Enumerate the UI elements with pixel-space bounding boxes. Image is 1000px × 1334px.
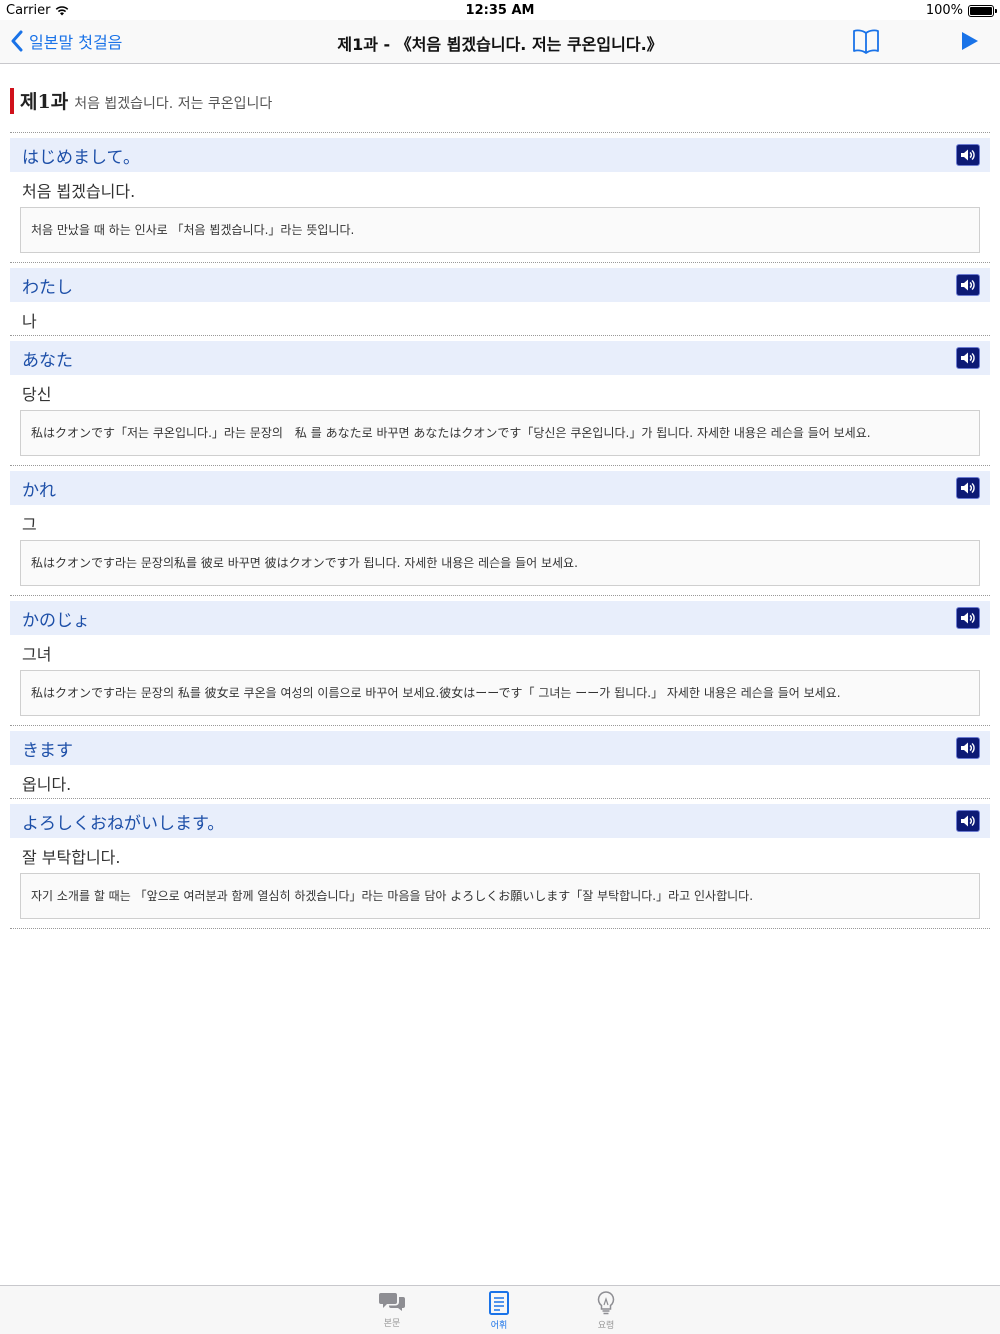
vocab-note: 私はクオンです라는 문장의 私를 彼女로 쿠온을 여성의 이름으로 바꾸어 보세… bbox=[20, 670, 980, 716]
battery-percent: 100% bbox=[925, 3, 963, 18]
korean-meaning: 그 bbox=[22, 515, 37, 534]
speaker-icon bbox=[961, 815, 975, 827]
tab-label: 어휘 bbox=[490, 1321, 508, 1331]
page-title: 제1과 - 《처음 뵙겠습니다. 저는 쿠온입니다.》 bbox=[337, 35, 663, 54]
vocab-entry: わたし 나 bbox=[10, 268, 990, 336]
vocab-entry: きます 옵니다. bbox=[10, 731, 990, 799]
back-button-label: 일본말 첫걸음 bbox=[29, 33, 123, 52]
japanese-word: よろしくおねがいします。 bbox=[22, 813, 225, 834]
lesson-header: 제1과 처음 뵙겠습니다. 저는 쿠온입니다 bbox=[10, 87, 272, 114]
speaker-icon bbox=[961, 352, 975, 364]
navigation-bar: 일본말 첫걸음 제1과 - 《처음 뵙겠습니다. 저는 쿠온입니다.》 bbox=[0, 20, 1000, 64]
vocab-entry-header: よろしくおねがいします。 bbox=[10, 804, 990, 838]
book-icon[interactable] bbox=[852, 28, 880, 54]
speaker-button[interactable] bbox=[956, 737, 980, 759]
lesson-number: 제1과 bbox=[20, 91, 69, 113]
japanese-word: わたし bbox=[22, 277, 73, 298]
speaker-icon bbox=[961, 612, 975, 624]
divider bbox=[10, 132, 990, 133]
document-icon bbox=[489, 1291, 509, 1315]
korean-meaning: 잘 부탁합니다. bbox=[22, 848, 121, 867]
vocab-note: 私はクオンです라는 문장의私를 彼로 바꾸면 彼はクオンです가 됩니다. 자세한… bbox=[20, 540, 980, 586]
speaker-button[interactable] bbox=[956, 477, 980, 499]
vocab-entry-header: わたし bbox=[10, 268, 990, 302]
vocab-entry: かれ 그 私はクオンです라는 문장의私를 彼로 바꾸면 彼はクオンです가 됩니다… bbox=[10, 471, 990, 596]
tab-label: 본문 bbox=[383, 1319, 401, 1329]
clock: 12:35 AM bbox=[465, 3, 535, 18]
tab-bar: 본문 어휘 요령 bbox=[0, 1285, 1000, 1334]
lesson-subtitle: 처음 뵙겠습니다. 저는 쿠온입니다 bbox=[74, 96, 273, 112]
korean-meaning: 당신 bbox=[22, 385, 52, 404]
vocab-entry: よろしくおねがいします。 잘 부탁합니다. 자기 소개를 할 때는 「앞으로 여… bbox=[10, 804, 990, 929]
speaker-icon bbox=[961, 279, 975, 291]
vocab-entry: あなた 당신 私はクオンです「저는 쿠온입니다.」라는 문장의 私 를 あなた로… bbox=[10, 341, 990, 466]
battery-icon bbox=[968, 4, 997, 17]
vocab-entry-header: はじめまして。 bbox=[10, 138, 990, 172]
play-icon[interactable] bbox=[960, 30, 980, 52]
tab-main-text[interactable]: 본문 bbox=[362, 1290, 422, 1329]
korean-meaning: 나 bbox=[22, 312, 37, 331]
battery-indicator: 100% bbox=[925, 3, 997, 18]
vocab-note: 처음 만났을 때 하는 인사로 「처음 뵙겠습니다.」라는 뜻입니다. bbox=[20, 207, 980, 253]
tab-label: 요령 bbox=[597, 1321, 615, 1331]
speaker-button[interactable] bbox=[956, 144, 980, 166]
speaker-button[interactable] bbox=[956, 347, 980, 369]
status-bar: Carrier 12:35 AM 100% bbox=[0, 0, 1000, 20]
speaker-icon bbox=[961, 482, 975, 494]
speaker-icon bbox=[961, 742, 975, 754]
vocab-entry-header: かれ bbox=[10, 471, 990, 505]
vocab-entry-header: あなた bbox=[10, 341, 990, 375]
speaker-button[interactable] bbox=[956, 810, 980, 832]
speaker-button[interactable] bbox=[956, 274, 980, 296]
vocab-entry-header: かのじょ bbox=[10, 601, 990, 635]
vocab-entry-header: きます bbox=[10, 731, 990, 765]
korean-meaning: 그녀 bbox=[22, 645, 52, 664]
speaker-icon bbox=[961, 149, 975, 161]
lightbulb-icon bbox=[597, 1291, 615, 1315]
vocabulary-list: はじめまして。 처음 뵙겠습니다. 처음 만났을 때 하는 인사로 「처음 뵙겠… bbox=[10, 138, 990, 934]
tab-vocabulary[interactable]: 어휘 bbox=[469, 1290, 529, 1331]
back-button[interactable]: 일본말 첫걸음 bbox=[10, 29, 122, 53]
vocab-note: 私はクオンです「저는 쿠온입니다.」라는 문장의 私 를 あなた로 바꾸면 あな… bbox=[20, 410, 980, 456]
chat-bubbles-icon bbox=[379, 1293, 405, 1311]
vocab-note: 자기 소개를 할 때는 「앞으로 여러분과 함께 열심히 하겠습니다」라는 마음… bbox=[20, 873, 980, 919]
korean-meaning: 옵니다. bbox=[22, 775, 72, 794]
japanese-word: かのじょ bbox=[22, 610, 90, 631]
vocab-entry: はじめまして。 처음 뵙겠습니다. 처음 만났을 때 하는 인사로 「처음 뵙겠… bbox=[10, 138, 990, 263]
japanese-word: きます bbox=[22, 740, 73, 761]
speaker-button[interactable] bbox=[956, 607, 980, 629]
japanese-word: かれ bbox=[22, 480, 56, 501]
korean-meaning: 처음 뵙겠습니다. bbox=[22, 182, 136, 201]
chevron-left-icon bbox=[11, 30, 23, 52]
japanese-word: あなた bbox=[22, 350, 73, 371]
japanese-word: はじめまして。 bbox=[22, 147, 140, 168]
lesson-marker bbox=[10, 87, 14, 114]
tab-tips[interactable]: 요령 bbox=[576, 1290, 636, 1331]
vocab-entry: かのじょ 그녀 私はクオンです라는 문장의 私를 彼女로 쿠온을 여성의 이름으… bbox=[10, 601, 990, 726]
